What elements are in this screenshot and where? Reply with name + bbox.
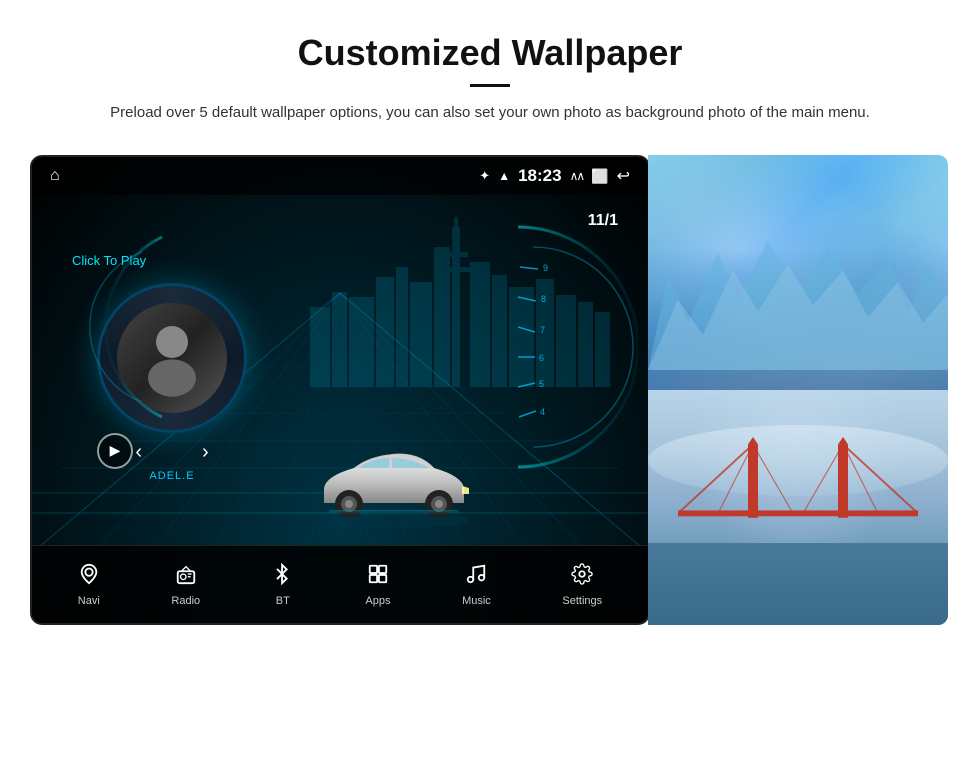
bridge-photo-bg (648, 390, 948, 625)
car-image (304, 448, 484, 528)
title-divider (470, 84, 510, 87)
status-time: 18:23 (518, 166, 561, 186)
nav-item-apps[interactable]: Apps (365, 563, 390, 607)
svg-text:4: 4 (540, 407, 545, 417)
page-subtitle: Preload over 5 default wallpaper options… (80, 101, 900, 125)
nav-item-bt[interactable]: BT (272, 563, 294, 607)
content-area: ⌂ ✦ ▲ 18:23 ∧∧ ⬜ ↩ Click To Play (0, 137, 980, 625)
settings-icon (571, 563, 593, 591)
radio-label: Radio (171, 595, 200, 607)
tachometer-left (42, 227, 172, 427)
svg-text:8: 8 (541, 294, 546, 304)
svg-text:6: 6 (539, 353, 544, 363)
nav-item-radio[interactable]: Radio (171, 563, 200, 607)
wallpaper-photo-bridge (648, 390, 948, 625)
svg-text:9: 9 (543, 263, 548, 273)
bt-icon (272, 563, 294, 591)
ice-photo-bg (648, 155, 948, 390)
navi-label: Navi (78, 595, 100, 607)
home-icon: ⌂ (50, 167, 60, 185)
tachometer-right: 9 8 7 6 5 4 (508, 217, 638, 477)
photos-stack (648, 155, 948, 625)
nav-item-navi[interactable]: Navi (78, 563, 100, 607)
nav-item-settings[interactable]: Settings (562, 563, 602, 607)
prev-track-button[interactable]: ‹ (135, 441, 142, 464)
svg-text:5: 5 (539, 379, 544, 389)
nav-item-music[interactable]: Music (462, 563, 491, 607)
play-button[interactable]: ▶ (97, 433, 133, 469)
music-label: Music (462, 595, 491, 607)
apps-icon (367, 563, 389, 591)
bt-label: BT (276, 595, 290, 607)
window-icon: ⬜ (591, 168, 608, 185)
bluetooth-icon: ✦ (479, 168, 490, 184)
page-header: Customized Wallpaper Preload over 5 defa… (0, 0, 980, 137)
expand-icon: ∧∧ (570, 169, 584, 183)
bridge-water (648, 543, 948, 625)
status-bar: ⌂ ✦ ▲ 18:23 ∧∧ ⬜ ↩ (32, 157, 648, 195)
track-navigation: ‹ › (135, 441, 208, 464)
status-right-icons: ✦ ▲ 18:23 ∧∧ ⬜ ↩ (479, 166, 630, 186)
navi-icon (78, 563, 100, 591)
wallpaper-photo-ice (648, 155, 948, 390)
bottom-nav: Navi Radio (32, 545, 648, 623)
back-icon: ↩ (617, 166, 630, 186)
car-screen: ⌂ ✦ ▲ 18:23 ∧∧ ⬜ ↩ Click To Play (30, 155, 650, 625)
signal-icon: ▲ (498, 169, 510, 183)
svg-text:7: 7 (540, 325, 545, 335)
artist-name: ADEL.E (149, 470, 194, 482)
page-title: Customized Wallpaper (60, 32, 920, 74)
music-icon (465, 563, 487, 591)
radio-icon (175, 563, 197, 591)
next-track-button[interactable]: › (202, 441, 209, 464)
apps-label: Apps (365, 595, 390, 607)
settings-label: Settings (562, 595, 602, 607)
